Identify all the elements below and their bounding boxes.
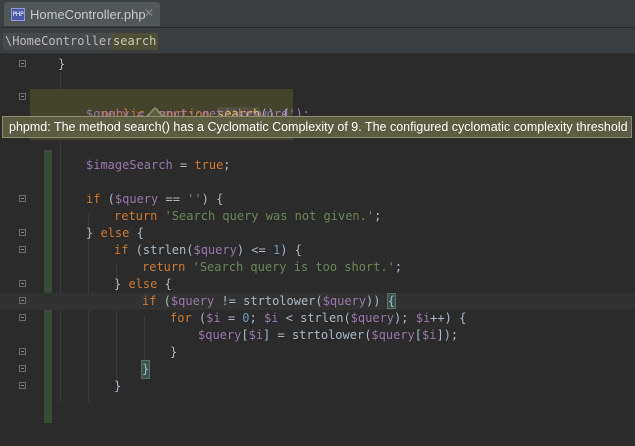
fold-icon[interactable] [19,229,26,236]
php-file-icon: PHP [11,7,25,21]
fold-icon[interactable] [19,365,26,372]
fold-icon[interactable] [19,60,26,67]
code-line: return 'Search query is too short.'; [142,260,403,274]
code-line: if ($query == '') { [0,191,635,208]
code-line: $query[$i] = strtolower($query[$i]); [198,328,459,342]
code-line: $imageSearch = true; [86,158,231,172]
breadcrumb-class[interactable]: \HomeController [3,33,116,50]
code-line: } [0,378,635,395]
fold-icon[interactable] [19,280,26,287]
code-line: } [0,360,635,379]
fold-icon[interactable] [19,195,26,202]
matched-brace: } [140,360,151,379]
editor-tab-bar: PHP HomeController.php ✕ [0,0,635,28]
tab-label: HomeController.php [30,6,146,22]
code-line: for ($i = 0; $i < strlen($query); $i++) … [0,310,635,327]
code-line: return 'Search query was not given.'; [114,209,382,223]
code-editor[interactable]: } public function search() { $query = In… [0,54,635,423]
fold-icon[interactable] [19,382,26,389]
code-line: } [0,56,635,73]
tab-homecontroller[interactable]: PHP HomeController.php ✕ [4,2,160,26]
fold-icon[interactable] [19,297,26,304]
fold-icon[interactable] [19,246,26,253]
code-line: } else { [0,276,635,293]
close-icon[interactable]: ✕ [144,6,154,20]
fold-icon[interactable] [19,348,26,355]
fold-icon[interactable] [19,93,26,100]
code-line: if (strlen($query) <= 1) { [0,242,635,259]
fold-icon[interactable] [19,314,26,321]
code-line: public function search() { [0,89,635,140]
code-line: } [0,344,635,361]
inspection-tooltip: phpmd: The method search() has a Cycloma… [2,116,632,138]
breadcrumb-method[interactable]: search [111,33,159,50]
code-line: } else { [0,225,635,242]
code-line-current: if ($query != strtolower($query)) { [0,293,635,310]
matched-brace: { [386,293,396,309]
breadcrumb: \HomeController search [0,28,635,54]
